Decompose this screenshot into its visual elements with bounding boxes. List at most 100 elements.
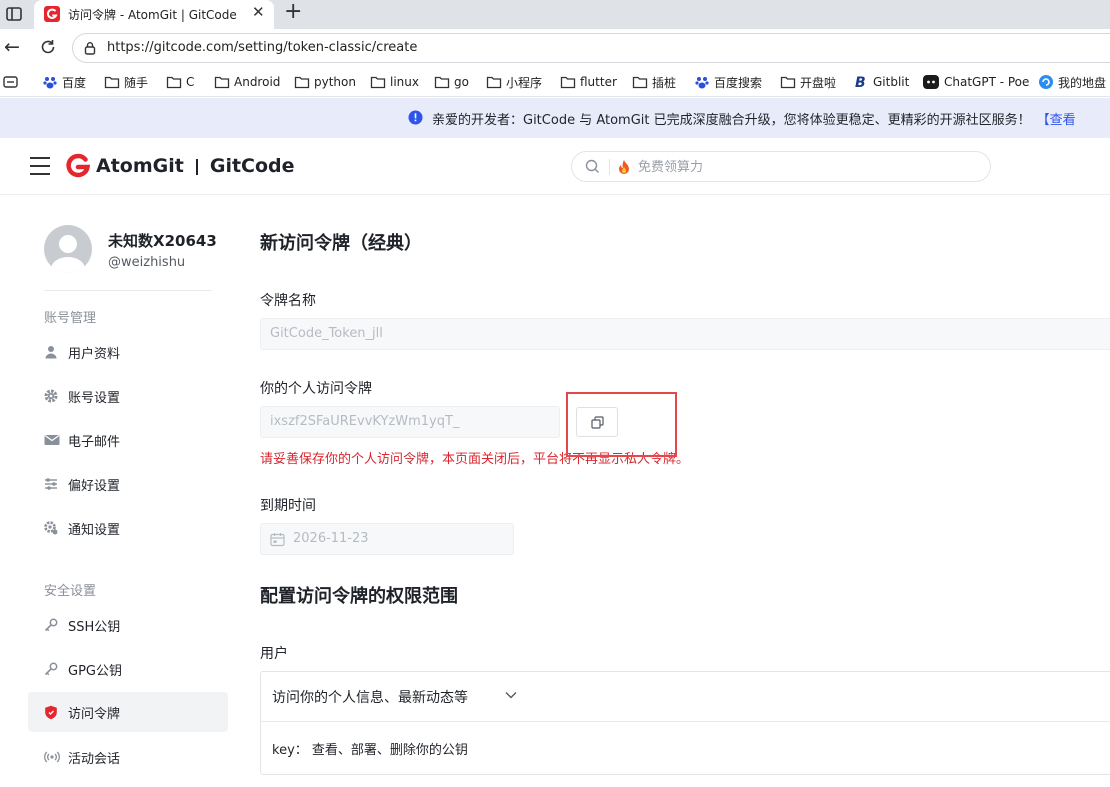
- scope-group-label: 用户: [260, 646, 288, 662]
- tab-close-icon[interactable]: ✕: [252, 3, 265, 21]
- bookmark-folder[interactable]: 小程序: [486, 73, 542, 91]
- page-title: 新访问令牌（经典）: [260, 233, 422, 254]
- bookmark-folder[interactable]: python: [294, 73, 356, 91]
- key-icon: [44, 662, 58, 676]
- expiry-date-picker[interactable]: 2026-11-23: [260, 523, 514, 555]
- bookmark-folder[interactable]: linux: [370, 73, 419, 91]
- baidu-icon: [695, 77, 709, 89]
- user-icon: [45, 346, 57, 359]
- folder-icon: [434, 76, 450, 89]
- broadcast-icon: [44, 751, 60, 763]
- settings-sidebar: 未知数X20643 @weizhishu 账号管理 用户资料 账号设置 电子邮件…: [0, 195, 240, 787]
- avatar-placeholder-icon: [51, 235, 85, 273]
- browser-tab[interactable]: 访问令牌 - AtomGit | GitCode ✕: [34, 0, 274, 29]
- brand-name: AtomGit GitCode: [96, 155, 295, 177]
- mail-icon: [44, 435, 60, 445]
- folder-icon: [486, 76, 502, 89]
- search-icon: [585, 159, 599, 173]
- token-value-field[interactable]: ixszf2SFaUREvvKYzWm1yqT_: [260, 406, 560, 438]
- new-tab-icon[interactable]: +: [284, 0, 302, 26]
- url-text: https://gitcode.com/setting/token-classi…: [107, 40, 418, 55]
- bookmark-baidu-search[interactable]: 百度搜索: [694, 73, 762, 91]
- scope-card-header[interactable]: 访问你的个人信息、最新动态等: [261, 672, 1110, 722]
- scope-row-key: key： 查看、部署、删除你的公钥: [272, 743, 468, 758]
- token-warning-text: 请妥善保存你的个人访问令牌，本页面关闭后，平台将不再显示私人令牌。: [260, 452, 690, 467]
- search-input[interactable]: [638, 157, 938, 177]
- folder-icon: [294, 76, 310, 89]
- scope-card-user: 访问你的个人信息、最新动态等 key： 查看、部署、删除你的公钥: [260, 671, 1110, 775]
- tab-title: 访问令牌 - AtomGit | GitCode: [68, 8, 237, 22]
- poe-icon: [923, 75, 939, 89]
- sidebar-section-account: 账号管理: [44, 311, 97, 326]
- gitblit-icon: B: [855, 75, 866, 90]
- scope-head-label: 访问你的个人信息、最新动态等: [272, 690, 468, 706]
- bookmarks-bar: 百度 随手 C Android python linux go 小程序 flut…: [0, 67, 1110, 97]
- expiry-label: 到期时间: [260, 498, 316, 514]
- bookmark-gitblit[interactable]: B Gitblit: [853, 73, 909, 91]
- user-handle: @weizhishu: [108, 255, 186, 270]
- token-label: 你的个人访问令牌: [260, 381, 372, 397]
- token-name-label: 令牌名称: [260, 293, 316, 309]
- bookmark-baidu[interactable]: 百度: [42, 73, 86, 91]
- notification-gear-icon: [44, 521, 58, 535]
- svg-text:B: B: [855, 75, 866, 90]
- bookmark-folder[interactable]: go: [434, 73, 469, 91]
- sidebar-item-gpg-keys[interactable]: GPG公钥: [28, 649, 228, 689]
- copy-icon: [591, 416, 604, 429]
- search-box[interactable]: [571, 151, 991, 182]
- browser-address-bar: ← https://gitcode.com/setting/token-clas…: [0, 29, 1110, 67]
- sidebar-item-ssh-keys[interactable]: SSH公钥: [28, 605, 228, 645]
- bookmark-folder[interactable]: 随手: [104, 73, 148, 91]
- sidebar-section-security: 安全设置: [44, 584, 97, 599]
- reload-icon[interactable]: [38, 37, 58, 57]
- bookmark-folder[interactable]: C: [166, 73, 194, 91]
- scope-section-title: 配置访问令牌的权限范围: [260, 586, 458, 607]
- folder-icon: [560, 76, 576, 89]
- bookmark-folder[interactable]: flutter: [560, 73, 617, 91]
- sidebar-item-account-settings[interactable]: 账号设置: [28, 376, 228, 416]
- back-arrow-icon[interactable]: ←: [4, 36, 20, 58]
- site-header: AtomGit GitCode: [0, 138, 1110, 195]
- fire-icon: [619, 160, 629, 174]
- avatar[interactable]: [44, 225, 92, 273]
- sidebar-item-email[interactable]: 电子邮件: [28, 420, 228, 460]
- reading-list-icon[interactable]: [3, 75, 19, 89]
- token-name-input[interactable]: GitCode_Token_jll: [260, 318, 1110, 350]
- expiry-date-value: 2026-11-23: [293, 531, 369, 546]
- bookmark-poe[interactable]: ChatGPT - Poe: [922, 73, 1029, 91]
- chevron-down-icon[interactable]: [505, 691, 517, 699]
- bookmark-folder[interactable]: Android: [214, 73, 280, 91]
- user-name: 未知数X20643: [108, 232, 217, 250]
- gitcode-favicon-icon: [44, 6, 60, 22]
- folder-icon: [104, 76, 120, 89]
- notice-text: 亲爱的开发者：GitCode 与 AtomGit 已完成深度融合升级，您将体验更…: [432, 113, 1076, 128]
- sidebar-item-preferences[interactable]: 偏好设置: [28, 464, 228, 504]
- notice-link[interactable]: 【查看: [1037, 113, 1076, 128]
- key-icon: [44, 618, 58, 632]
- folder-icon: [632, 76, 648, 89]
- chandao-icon: [1039, 75, 1053, 89]
- calendar-icon: [270, 533, 285, 547]
- sidebar-item-profile[interactable]: 用户资料: [28, 332, 228, 372]
- folder-icon: [166, 76, 182, 89]
- site-logo[interactable]: AtomGit GitCode: [66, 153, 295, 179]
- folder-icon: [370, 76, 386, 89]
- sidebar-toggle-icon[interactable]: [5, 5, 23, 23]
- menu-icon[interactable]: [30, 157, 50, 175]
- sidebar-item-notifications[interactable]: 通知设置: [28, 508, 228, 548]
- notice-banner: 亲爱的开发者：GitCode 与 AtomGit 已完成深度融合升级，您将体验更…: [0, 98, 1110, 138]
- url-field[interactable]: https://gitcode.com/setting/token-classi…: [72, 33, 1110, 63]
- folder-icon: [780, 76, 796, 89]
- sidebar-item-sessions[interactable]: 活动会话: [28, 737, 228, 777]
- sidebar-item-access-tokens[interactable]: 访问令牌: [28, 692, 228, 732]
- info-icon: [408, 110, 423, 125]
- bookmark-chandao[interactable]: 我的地盘: [1038, 73, 1106, 91]
- bookmark-folder[interactable]: 开盘啦: [780, 73, 836, 91]
- folder-icon: [214, 76, 230, 89]
- sliders-icon: [45, 478, 57, 490]
- bookmark-folder[interactable]: 插桩: [632, 73, 676, 91]
- browser-tab-bar: 访问令牌 - AtomGit | GitCode ✕ +: [0, 0, 1110, 29]
- lock-icon[interactable]: [83, 41, 97, 55]
- gear-icon: [44, 389, 58, 403]
- copy-button[interactable]: [576, 407, 618, 437]
